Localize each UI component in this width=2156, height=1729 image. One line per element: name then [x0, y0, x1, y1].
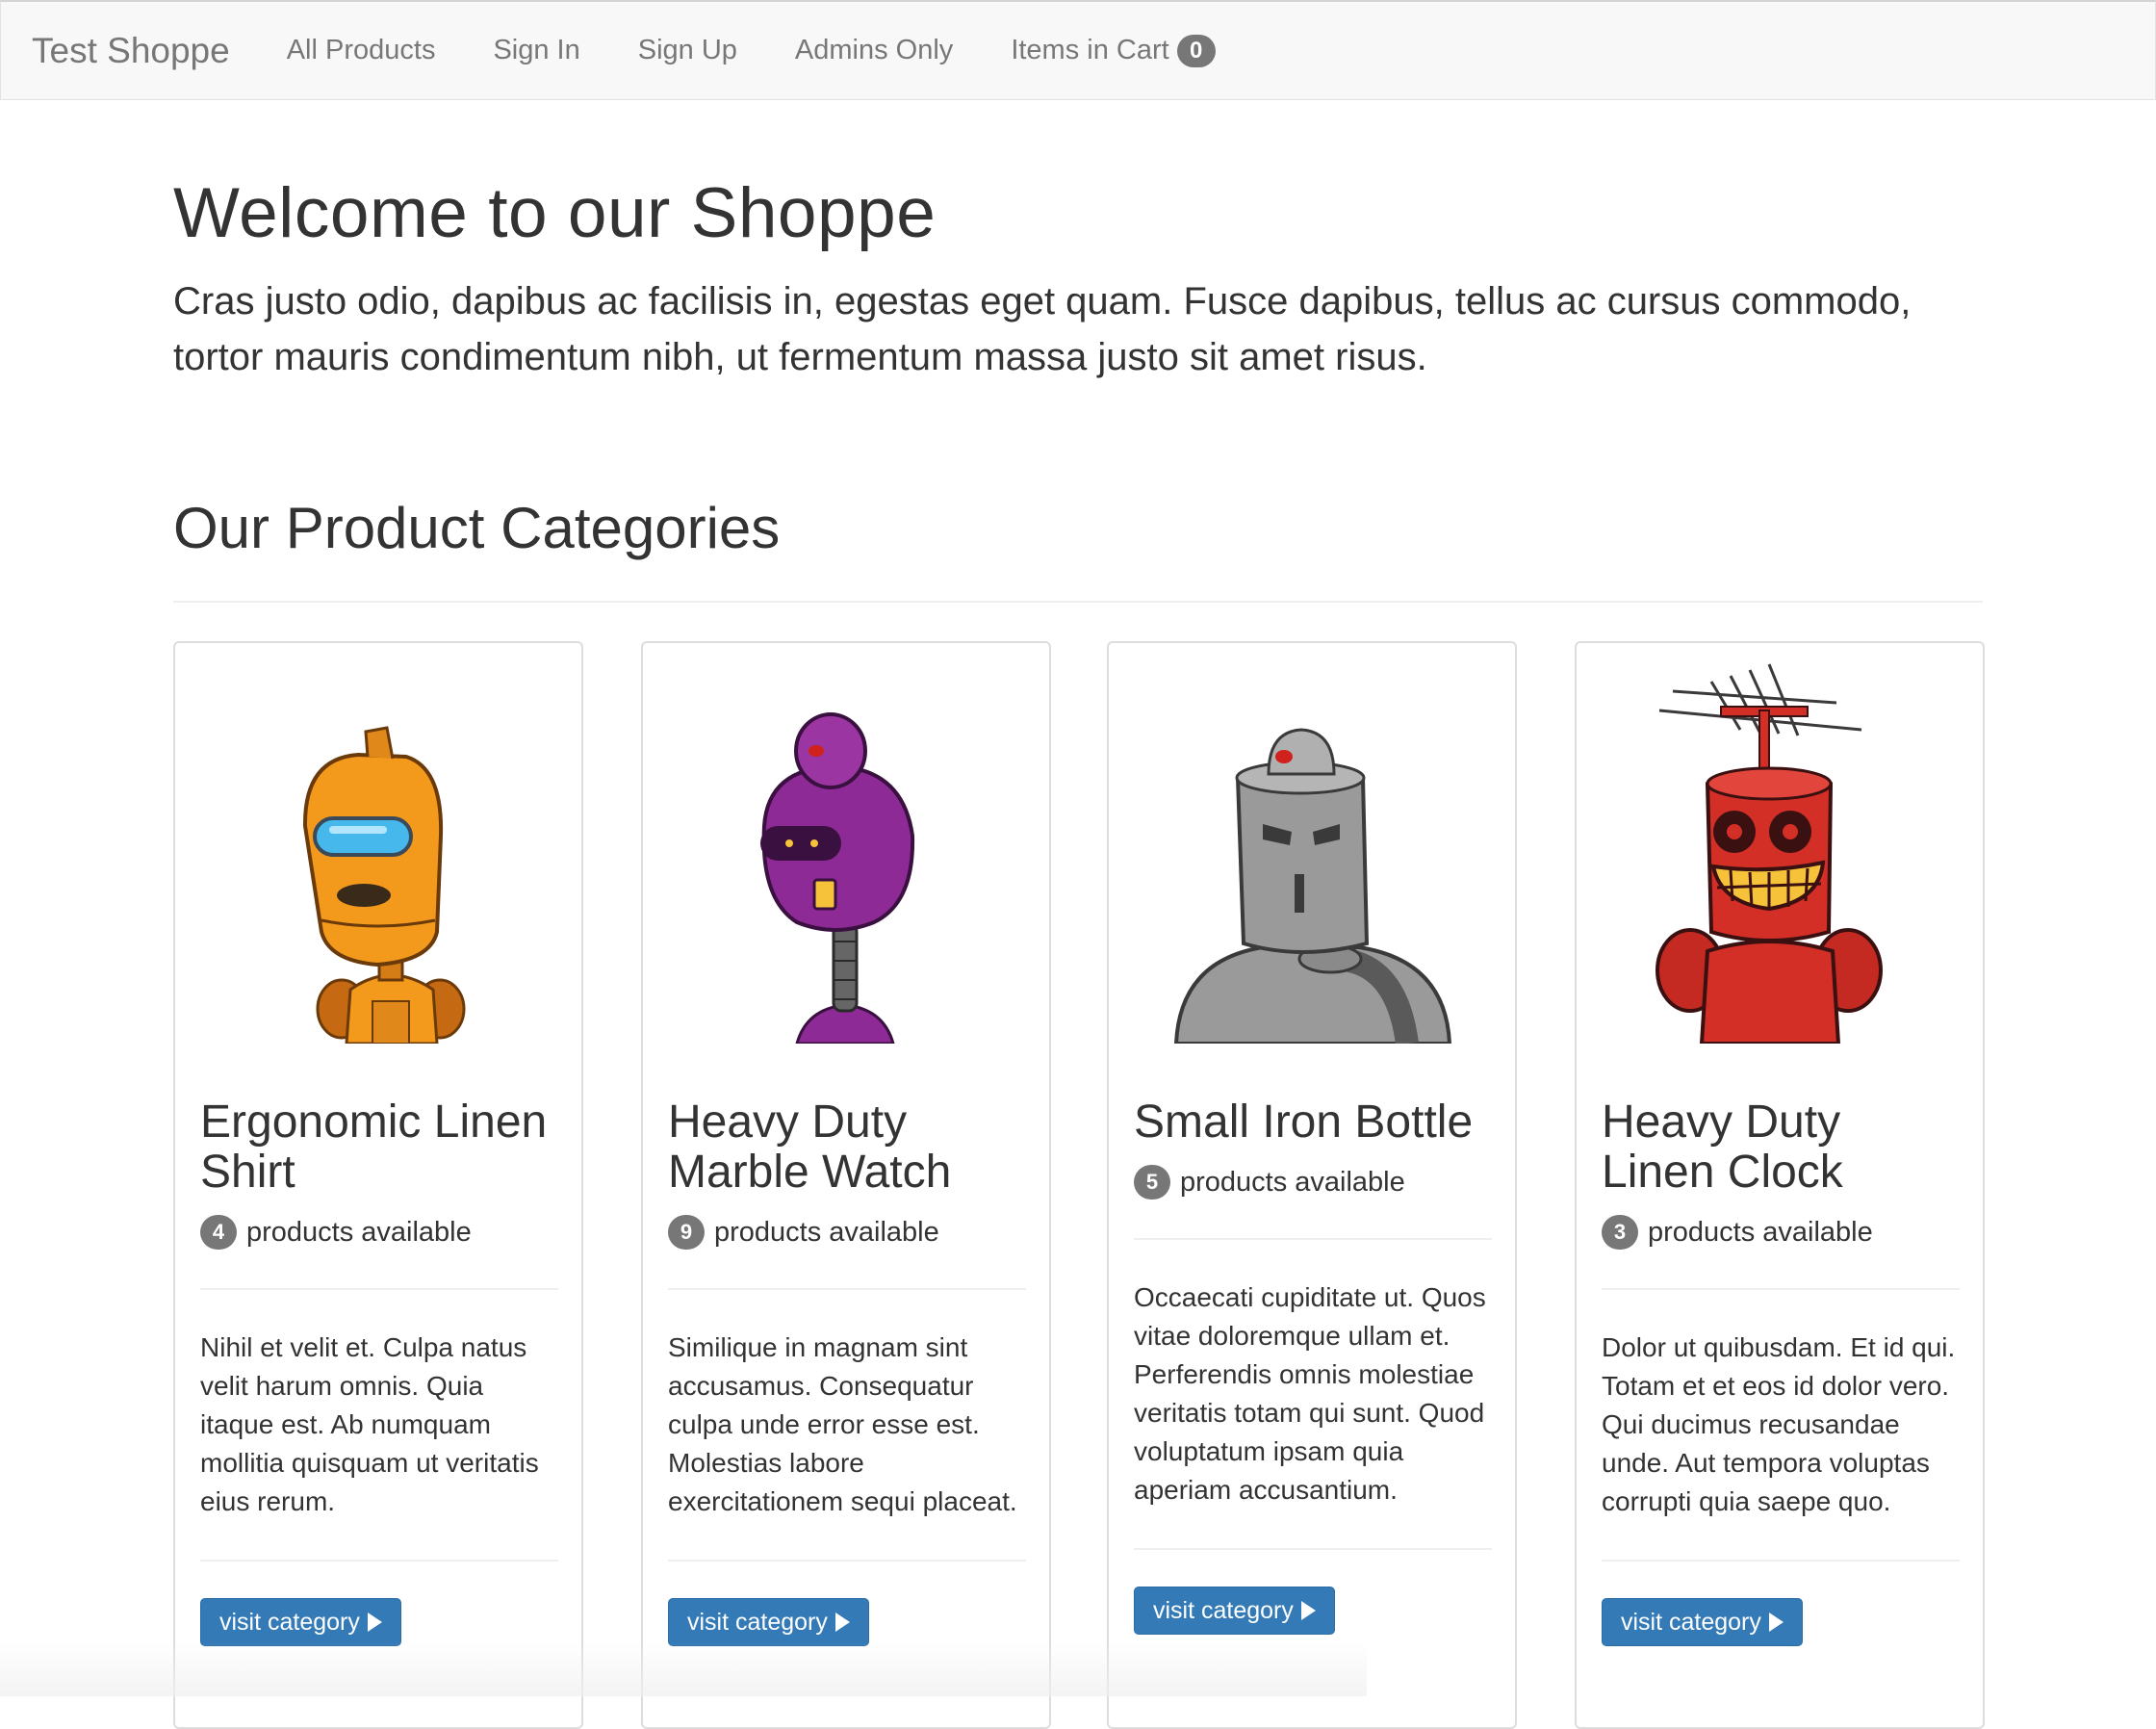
card-body: Ergonomic Linen Shirt 4 products availab…	[200, 1097, 558, 1646]
products-available-label: products available	[1180, 1166, 1405, 1198]
category-title: Heavy Duty Linen Clock	[1602, 1097, 1843, 1198]
category-description: Dolor ut quibusdam. Et id qui. Totam et …	[1602, 1332, 1956, 1516]
category-image	[175, 643, 581, 1044]
nav-sign-in[interactable]: Sign In	[493, 35, 579, 66]
visit-category-label: visit category	[1153, 1596, 1294, 1624]
cart-count-badge: 0	[1176, 34, 1216, 67]
purple-robot-icon	[760, 712, 915, 1044]
navbar: Test Shoppe All Products Sign In Sign Up…	[0, 0, 2156, 100]
play-icon	[367, 1613, 382, 1632]
category-image	[643, 643, 1049, 1044]
card-divider	[668, 1288, 1026, 1290]
cart-label: Items in Cart	[1011, 35, 1169, 65]
products-available: 3 products available	[1602, 1215, 1960, 1250]
play-icon	[834, 1613, 850, 1632]
category-card: Small Iron Bottle 5 products available O…	[1107, 641, 1517, 1729]
products-available: 5 products available	[1134, 1165, 1492, 1200]
products-available-label: products available	[246, 1216, 472, 1248]
category-description: Similique in magnam sint accusamus. Cons…	[668, 1332, 1017, 1516]
visit-category-label: visit category	[687, 1608, 828, 1636]
products-available-label: products available	[1648, 1216, 1873, 1248]
visit-category-button[interactable]: visit category	[200, 1598, 401, 1646]
card-body: Heavy Duty Marble Watch 9 products avail…	[668, 1097, 1026, 1646]
gray-robot-icon	[1173, 728, 1452, 1044]
categories-title: Our Product Categories	[173, 496, 781, 560]
red-robot-icon	[1656, 663, 1883, 1044]
nav-admins-only[interactable]: Admins Only	[795, 35, 953, 66]
card-divider	[200, 1560, 558, 1561]
play-icon	[1768, 1613, 1784, 1632]
category-card: Heavy Duty Marble Watch 9 products avail…	[641, 641, 1051, 1729]
category-image	[1577, 643, 1983, 1044]
category-title: Small Iron Bottle	[1134, 1097, 1474, 1148]
brand-link[interactable]: Test Shoppe	[1, 31, 230, 71]
visit-category-label: visit category	[219, 1608, 360, 1636]
category-image	[1109, 643, 1515, 1044]
product-count-badge: 9	[668, 1215, 705, 1250]
hero-lead: Cras justo odio, dapibus ac facilisis in…	[173, 280, 1912, 378]
products-available: 4 products available	[200, 1215, 558, 1250]
category-title: Heavy Duty Marble Watch	[668, 1097, 952, 1198]
section-divider	[173, 601, 1983, 603]
card-divider	[668, 1560, 1026, 1561]
visit-category-button[interactable]: visit category	[1602, 1598, 1803, 1646]
product-count-badge: 4	[200, 1215, 237, 1250]
category-description: Occaecati cupiditate ut. Quos vitae dolo…	[1134, 1282, 1486, 1505]
card-body: Heavy Duty Linen Clock 3 products availa…	[1602, 1097, 1960, 1646]
product-count-badge: 5	[1134, 1165, 1170, 1200]
card-divider	[200, 1288, 558, 1290]
orange-robot-icon	[302, 726, 466, 1044]
visit-category-label: visit category	[1621, 1608, 1761, 1636]
category-description: Nihil et velit et. Culpa natus velit har…	[200, 1332, 539, 1516]
hero-title: Welcome to our Shoppe	[173, 174, 937, 252]
category-card: Ergonomic Linen Shirt 4 products availab…	[173, 641, 583, 1729]
visit-category-button[interactable]: visit category	[1134, 1587, 1335, 1635]
products-available: 9 products available	[668, 1215, 1026, 1250]
visit-category-button[interactable]: visit category	[668, 1598, 869, 1646]
card-body: Small Iron Bottle 5 products available O…	[1134, 1097, 1492, 1635]
card-divider	[1134, 1238, 1492, 1240]
play-icon	[1300, 1601, 1316, 1620]
card-divider	[1602, 1560, 1960, 1561]
nav-all-products[interactable]: All Products	[287, 35, 436, 66]
product-count-badge: 3	[1602, 1215, 1638, 1250]
nav-sign-up[interactable]: Sign Up	[638, 35, 737, 66]
category-title: Ergonomic Linen Shirt	[200, 1097, 548, 1198]
card-divider	[1602, 1288, 1960, 1290]
products-available-label: products available	[714, 1216, 939, 1248]
category-card: Heavy Duty Linen Clock 3 products availa…	[1575, 641, 1985, 1729]
nav-cart[interactable]: Items in Cart 0	[1011, 34, 1216, 67]
card-divider	[1134, 1548, 1492, 1550]
